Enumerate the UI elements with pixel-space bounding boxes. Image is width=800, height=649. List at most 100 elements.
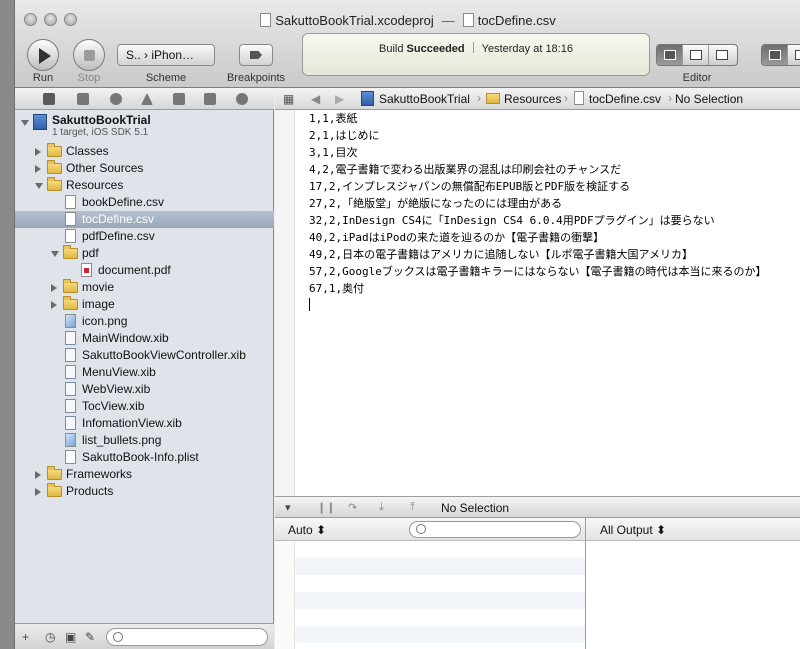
search-navigator-tab-icon[interactable] <box>110 93 122 105</box>
tree-folder[interactable]: image <box>15 296 274 313</box>
tree-file[interactable]: icon.png <box>15 313 274 330</box>
tree-file[interactable]: WebView.xib <box>15 381 274 398</box>
tree-folder[interactable]: movie <box>15 279 274 296</box>
tree-folder[interactable]: Frameworks <box>15 466 274 483</box>
code-line[interactable]: 57,2,Googleブックスは電子書籍キラーにはならない【電子書籍の時代は本当… <box>309 263 767 280</box>
tree-folder[interactable]: Resources <box>15 177 274 194</box>
console-scope-popup[interactable]: All Output ⬍ <box>600 523 666 537</box>
project-disclosure-icon[interactable] <box>21 120 29 126</box>
tree-file[interactable]: SakuttoBook-Info.plist <box>15 449 274 466</box>
project-navigator-tab-icon[interactable] <box>43 93 55 105</box>
navigator-filter-field[interactable] <box>106 628 268 646</box>
forward-icon[interactable]: ▶ <box>335 92 344 106</box>
disclosure-triangle-icon[interactable] <box>35 488 41 496</box>
issue-navigator-tab-icon[interactable] <box>141 93 153 105</box>
related-items-icon[interactable]: ▦ <box>283 92 294 106</box>
tree-folder[interactable]: pdf <box>15 245 274 262</box>
navigator-view-button[interactable] <box>762 45 788 65</box>
disclosure-triangle-icon[interactable] <box>35 183 43 189</box>
code-line[interactable]: 17,2,インプレスジャパンの無償配布EPUB版とPDF版を検証する <box>309 178 767 195</box>
code-line[interactable]: 67,1,奥付 <box>309 280 767 297</box>
tree-file[interactable]: InfomationView.xib <box>15 415 274 432</box>
debug-navigator-tab-icon[interactable] <box>173 93 185 105</box>
disclosure-triangle-icon[interactable] <box>51 284 57 292</box>
variables-scope-popup[interactable]: Auto ⬍ <box>288 523 326 537</box>
tree-file[interactable]: TocView.xib <box>15 398 274 415</box>
document-file-icon <box>65 212 76 226</box>
step-out-icon[interactable]: ⤒ <box>410 501 415 514</box>
scheme-popup[interactable]: S.. › iPhon… <box>117 44 215 66</box>
build-status-prefix: Build <box>379 43 404 55</box>
disclosure-triangle-icon[interactable] <box>35 148 41 156</box>
tree-file[interactable]: MenuView.xib <box>15 364 274 381</box>
standard-editor-button[interactable] <box>657 45 683 65</box>
pdf-file-icon <box>81 263 92 277</box>
editor-gutter[interactable] <box>275 110 295 496</box>
tree-file[interactable]: bookDefine.csv <box>15 194 274 211</box>
stop-label: Stop <box>77 72 101 84</box>
xib-file-icon <box>65 399 76 413</box>
assistant-editor-button[interactable] <box>683 45 709 65</box>
tree-folder[interactable]: Classes <box>15 143 274 160</box>
jump-file[interactable]: tocDefine.csv <box>589 92 661 106</box>
hide-debug-area-icon[interactable]: ▾ <box>285 501 291 514</box>
code-line[interactable]: 1,1,表紙 <box>309 110 767 127</box>
symbol-navigator-tab-icon[interactable] <box>77 93 89 105</box>
version-editor-icon <box>716 50 728 60</box>
add-icon[interactable]: + <box>22 630 29 644</box>
scm-status-icon[interactable]: ▣ <box>65 630 76 644</box>
disclosure-triangle-icon[interactable] <box>51 301 57 309</box>
recent-files-icon[interactable]: ◷ <box>45 630 55 644</box>
jump-group[interactable]: Resources <box>504 92 561 106</box>
jump-project[interactable]: SakuttoBookTrial <box>379 92 470 106</box>
variables-search-field[interactable] <box>409 521 581 538</box>
debug-selection: No Selection <box>441 501 510 515</box>
variables-view[interactable] <box>275 541 586 649</box>
code-line[interactable]: 49,2,日本の電子書籍はアメリカに追随しない【ルポ電子書籍大国アメリカ】 <box>309 246 767 263</box>
project-name[interactable]: SakuttoBookTrial <box>52 113 151 127</box>
debug-view-button[interactable] <box>788 45 800 65</box>
log-navigator-tab-icon[interactable] <box>236 93 248 105</box>
jump-file-icon <box>574 91 584 105</box>
standard-editor-icon <box>664 50 676 60</box>
step-over-icon[interactable]: ↷ <box>348 501 357 514</box>
tree-item-label: Other Sources <box>66 161 144 175</box>
tree-file[interactable]: SakuttoBookViewController.xib <box>15 347 274 364</box>
stop-button[interactable] <box>73 39 105 71</box>
tree-file[interactable]: tocDefine.csv <box>15 211 274 228</box>
code-line[interactable]: 40,2,iPadはiPodの来た道を辿るのか【電子書籍の衝撃】 <box>309 229 767 246</box>
tree-file[interactable]: pdfDefine.csv <box>15 228 274 245</box>
unsaved-files-icon[interactable]: ✎ <box>85 630 95 644</box>
back-icon[interactable]: ◀ <box>311 92 320 106</box>
jump-project-icon <box>361 91 374 106</box>
code-line[interactable]: 3,1,目次 <box>309 144 767 161</box>
editor-label: Editor <box>682 72 712 84</box>
breakpoint-navigator-tab-icon[interactable] <box>204 93 216 105</box>
tree-file[interactable]: document.pdf <box>15 262 274 279</box>
tree-file[interactable]: MainWindow.xib <box>15 330 274 347</box>
tree-item-label: InfomationView.xib <box>82 416 182 430</box>
tree-item-label: Frameworks <box>66 467 133 481</box>
project-subtitle: 1 target, iOS SDK 5.1 <box>52 127 149 138</box>
tree-item-label: Classes <box>66 144 109 158</box>
run-button[interactable] <box>27 39 59 71</box>
pause-icon[interactable]: ❙❙ <box>317 501 335 514</box>
code-line[interactable]: 4,2,電子書籍で変わる出版業界の混乱は印刷会社のチャンスだ <box>309 161 767 178</box>
version-editor-button[interactable] <box>709 45 735 65</box>
source-editor[interactable]: 1,1,表紙 2,1,はじめに 3,1,目次 4,2,電子書籍で変わる出版業界の混乱は… <box>275 110 800 496</box>
code-line[interactable]: 27,2,「絶版堂」が絶版になったのには理由がある <box>309 195 767 212</box>
code-line[interactable]: 2,1,はじめに <box>309 127 767 144</box>
breakpoints-button[interactable] <box>239 44 273 66</box>
disclosure-triangle-icon[interactable] <box>35 471 41 479</box>
navigator-filter-bar: + ◷ ▣ ✎ <box>15 623 274 649</box>
csv-file-icon <box>462 13 474 27</box>
code-text[interactable]: 1,1,表紙 2,1,はじめに 3,1,目次 4,2,電子書籍で変わる出版業界の混乱は… <box>309 110 767 314</box>
disclosure-triangle-icon[interactable] <box>35 165 41 173</box>
tree-folder[interactable]: Products <box>15 483 274 500</box>
tree-folder[interactable]: Other Sources <box>15 160 274 177</box>
code-line[interactable]: 32,2,InDesign CS4に「InDesign CS4 6.0.4用PD… <box>309 212 767 229</box>
disclosure-triangle-icon[interactable] <box>51 251 59 257</box>
tree-file[interactable]: list_bullets.png <box>15 432 274 449</box>
step-into-icon[interactable]: ⤓ <box>379 501 384 514</box>
jump-selection[interactable]: No Selection <box>675 92 743 106</box>
